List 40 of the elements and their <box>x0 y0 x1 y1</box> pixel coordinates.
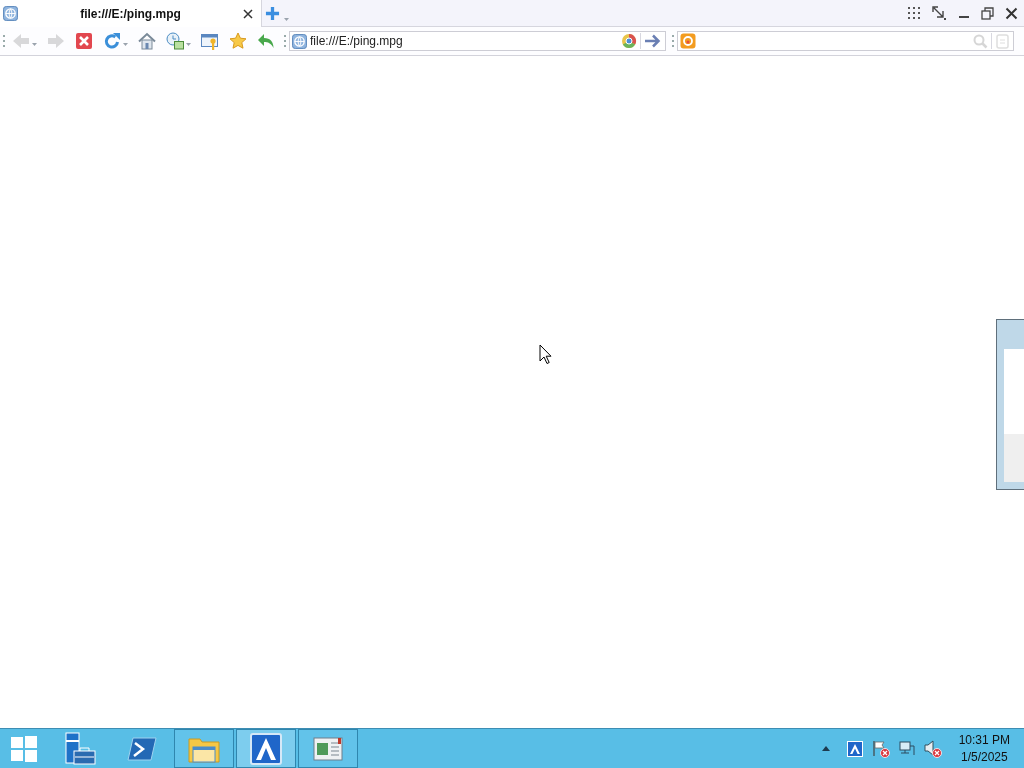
caret-icon[interactable] <box>186 43 191 46</box>
flag-icon[interactable] <box>871 739 890 758</box>
taskbar-button[interactable] <box>174 729 234 768</box>
clock-time: 10:31 PM <box>958 731 1010 749</box>
windows-logo-icon[interactable] <box>10 734 38 763</box>
cursor-icon <box>539 344 552 364</box>
globe-icon <box>292 33 307 49</box>
browser-tab[interactable]: file:///E:/ping.mpg <box>0 0 262 27</box>
home-icon[interactable] <box>138 32 156 50</box>
close-icon[interactable] <box>1005 6 1018 20</box>
diagonal-arrow-icon[interactable] <box>932 5 947 21</box>
peak-logo-icon[interactable] <box>250 732 282 765</box>
grip-icon[interactable] <box>283 34 287 48</box>
x-square-icon[interactable] <box>75 32 93 50</box>
color-wheel-icon[interactable] <box>621 33 637 49</box>
clock-icon[interactable] <box>166 32 184 50</box>
search-provider-icon[interactable] <box>680 33 696 49</box>
plus-icon[interactable] <box>265 5 280 21</box>
address-bar[interactable]: file:///E:/ping.mpg <box>289 31 666 51</box>
right-arrow-icon[interactable] <box>644 32 662 50</box>
taskbar-button[interactable] <box>298 729 358 768</box>
clock-date: 1/5/2025 <box>960 748 1008 766</box>
grip-icon[interactable] <box>2 34 6 48</box>
network-icon[interactable] <box>898 740 915 757</box>
taskbar-button[interactable] <box>236 729 296 768</box>
address-field[interactable]: file:///E:/ping.mpg <box>310 33 618 49</box>
grip-icon[interactable] <box>671 34 675 48</box>
caret-icon[interactable] <box>123 43 128 46</box>
star-icon[interactable] <box>229 32 247 50</box>
globe-icon <box>3 6 18 21</box>
caret-icon[interactable] <box>284 17 289 21</box>
refresh-icon[interactable] <box>103 32 121 50</box>
speaker-icon[interactable] <box>923 739 942 758</box>
up-caret-icon[interactable] <box>821 745 830 752</box>
server-toolbox-icon[interactable] <box>63 731 97 766</box>
window-icon[interactable] <box>201 32 219 50</box>
restore-icon[interactable] <box>981 6 994 20</box>
search-field[interactable] <box>677 31 1014 51</box>
grid-icon[interactable] <box>907 6 921 20</box>
close-icon[interactable] <box>243 8 253 19</box>
